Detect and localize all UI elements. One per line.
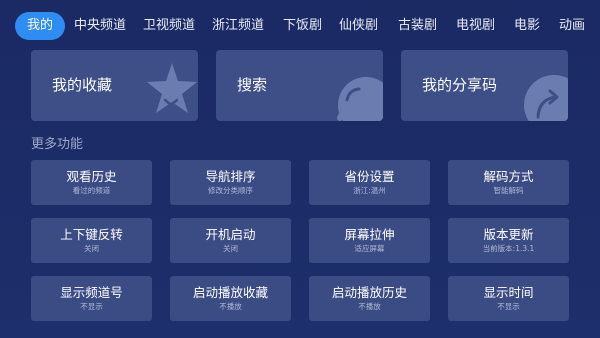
feature-title: 屏幕拉伸 bbox=[344, 227, 395, 242]
feature-subtitle: 浙江:温州 bbox=[353, 186, 386, 195]
top-tab-bar: 我的 中央频道 卫视频道 浙江频道 下饭剧 仙侠剧 古装剧 电视剧 电影 动画 bbox=[0, 12, 600, 40]
feature-subtitle: 不播放 bbox=[219, 302, 242, 311]
feature-title: 启动播放收藏 bbox=[192, 285, 268, 300]
tab-mine[interactable]: 我的 bbox=[15, 12, 66, 40]
share-code-card[interactable]: 我的分享码 bbox=[401, 50, 568, 121]
search-bubble-icon bbox=[337, 77, 383, 121]
feature-subtitle: 适应屏幕 bbox=[354, 244, 385, 253]
feature-subtitle: 关闭 bbox=[84, 244, 99, 253]
star-icon bbox=[147, 63, 197, 113]
decode-mode-button[interactable]: 解码方式 智能解码 bbox=[448, 160, 569, 205]
feature-title: 导航排序 bbox=[205, 169, 256, 184]
feature-subtitle: 关闭 bbox=[223, 244, 238, 253]
feature-title: 显示时间 bbox=[483, 285, 534, 300]
tab-zhejiang[interactable]: 浙江频道 bbox=[212, 12, 264, 40]
tab-costume[interactable]: 古装剧 bbox=[398, 12, 437, 40]
feature-subtitle: 当前版本:1.3.1 bbox=[482, 244, 535, 253]
search-card[interactable]: 搜索 bbox=[216, 50, 383, 121]
feature-title: 观看历史 bbox=[66, 169, 117, 184]
feature-title: 省份设置 bbox=[344, 169, 395, 184]
show-time-button[interactable]: 显示时间 不显示 bbox=[448, 276, 569, 321]
feature-title: 上下键反转 bbox=[60, 227, 123, 242]
feature-subtitle: 不播放 bbox=[358, 302, 381, 311]
version-update-button[interactable]: 版本更新 当前版本:1.3.1 bbox=[448, 218, 569, 263]
tab-movie[interactable]: 电影 bbox=[514, 12, 540, 40]
search-label: 搜索 bbox=[237, 76, 268, 94]
favorites-card[interactable]: 我的收藏 bbox=[31, 50, 198, 121]
share-code-label: 我的分享码 bbox=[422, 76, 498, 94]
favorites-label: 我的收藏 bbox=[52, 76, 113, 94]
nav-sort-button[interactable]: 导航排序 修改分类顺序 bbox=[170, 160, 291, 205]
feature-subtitle: 智能解码 bbox=[493, 186, 524, 195]
section-title-more-features: 更多功能 bbox=[31, 137, 84, 152]
province-settings-button[interactable]: 省份设置 浙江:温州 bbox=[309, 160, 430, 205]
key-reverse-button[interactable]: 上下键反转 关闭 bbox=[31, 218, 152, 263]
autoplay-favorites-button[interactable]: 启动播放收藏 不播放 bbox=[170, 276, 291, 321]
tab-tv-series[interactable]: 电视剧 bbox=[456, 12, 495, 40]
feature-subtitle: 看过的频道 bbox=[72, 186, 111, 195]
tab-animation[interactable]: 动画 bbox=[559, 12, 585, 40]
feature-title: 解码方式 bbox=[483, 169, 534, 184]
feature-title: 显示频道号 bbox=[60, 285, 123, 300]
boot-start-button[interactable]: 开机启动 关闭 bbox=[170, 218, 291, 263]
feature-subtitle: 不显示 bbox=[497, 302, 520, 311]
share-arrow-icon bbox=[524, 75, 568, 121]
autoplay-history-button[interactable]: 启动播放历史 不播放 bbox=[309, 276, 430, 321]
feature-subtitle: 不显示 bbox=[80, 302, 103, 311]
feature-title: 启动播放历史 bbox=[331, 285, 407, 300]
tab-xianxia[interactable]: 仙侠剧 bbox=[339, 12, 378, 40]
feature-subtitle: 修改分类顺序 bbox=[208, 186, 253, 195]
show-channel-number-button[interactable]: 显示频道号 不显示 bbox=[31, 276, 152, 321]
tab-cctv[interactable]: 中央频道 bbox=[74, 12, 126, 40]
tab-drama-meal[interactable]: 下饭剧 bbox=[283, 12, 322, 40]
watch-history-button[interactable]: 观看历史 看过的频道 bbox=[31, 160, 152, 205]
feature-title: 开机启动 bbox=[205, 227, 256, 242]
feature-title: 版本更新 bbox=[483, 227, 534, 242]
tab-satellite[interactable]: 卫视频道 bbox=[143, 12, 195, 40]
screen-stretch-button[interactable]: 屏幕拉伸 适应屏幕 bbox=[309, 218, 430, 263]
